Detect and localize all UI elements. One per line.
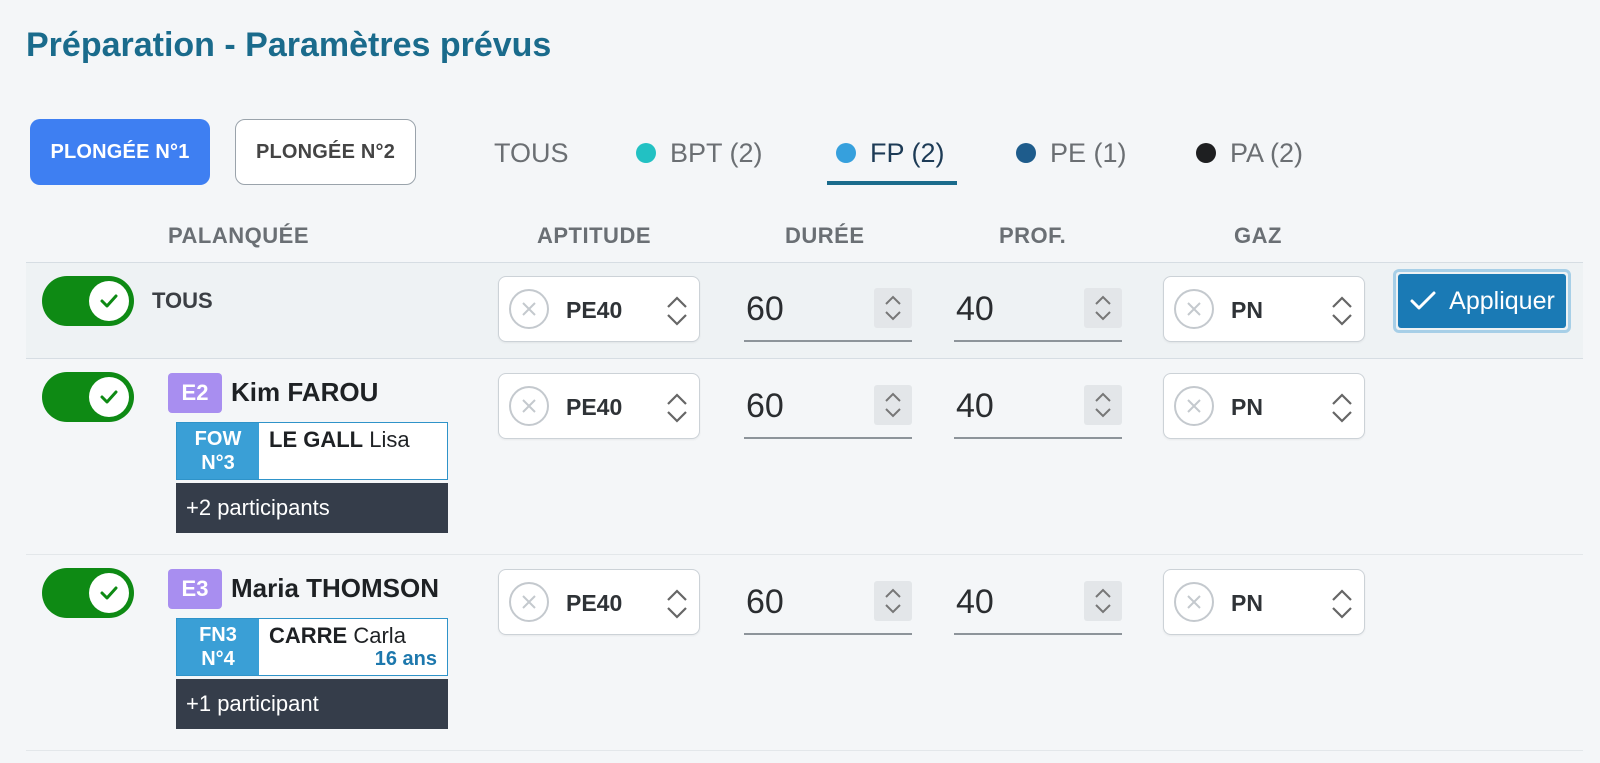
circle-x-icon[interactable]	[1173, 288, 1215, 330]
prof-input[interactable]: 40	[954, 569, 1122, 635]
buddy-card: FN3 N°4 CARRE Carla 16 ans	[176, 618, 448, 676]
spinner-icon[interactable]	[1084, 385, 1122, 425]
column-header-palanquee: PALANQUÉE	[168, 223, 309, 248]
spinner-icon[interactable]	[1084, 581, 1122, 621]
buddy-card: FOW N°3 LE GALL Lisa	[176, 422, 448, 480]
buddy-first-name: Carla	[353, 623, 406, 648]
prof-value: 40	[956, 290, 994, 328]
tab-label: PE (1)	[1050, 137, 1127, 168]
buddy-level-code: FN3	[199, 624, 237, 646]
aptitude-value: PE40	[566, 394, 623, 420]
aptitude-select[interactable]: PE40	[498, 373, 700, 439]
tab-label: BPT (2)	[670, 137, 763, 168]
dive-2-button[interactable]: PLONGÉE N°2	[235, 119, 416, 185]
gaz-select[interactable]: PN	[1163, 373, 1365, 439]
check-icon	[1410, 291, 1436, 310]
status-dot-icon	[636, 143, 656, 163]
tab-pe[interactable]: PE (1)	[1016, 122, 1127, 184]
column-header-prof: PROF.	[999, 223, 1067, 248]
buddy-level-code: FOW	[194, 428, 242, 450]
duree-input[interactable]: 60	[744, 569, 912, 635]
tab-fp[interactable]: FP (2)	[836, 122, 945, 184]
buddy-first-name: Lisa	[369, 427, 410, 452]
chevron-up-down-icon	[667, 296, 687, 326]
buddy-level: FOW N°3	[177, 423, 259, 479]
participant-name: Kim FAROU	[231, 377, 379, 407]
circle-x-icon[interactable]	[1173, 581, 1215, 623]
participant-name: Maria THOMSON	[231, 573, 440, 603]
status-dot-icon	[1016, 143, 1036, 163]
aptitude-value: PE40	[566, 590, 623, 616]
aptitude-select[interactable]: PE40	[498, 569, 700, 635]
more-participants[interactable]: +2 participants	[176, 483, 448, 533]
check-icon	[89, 281, 129, 321]
buddy-name: LE GALL Lisa	[269, 427, 410, 453]
duree-input[interactable]: 60	[744, 373, 912, 439]
check-icon	[89, 573, 129, 613]
tab-label: TOUS	[494, 137, 569, 168]
apply-button[interactable]: Appliquer	[1398, 274, 1566, 328]
spinner-icon[interactable]	[874, 288, 912, 328]
buddy-last-name: CARRE	[269, 623, 348, 648]
buddy-number: N°4	[201, 648, 235, 670]
check-icon	[89, 377, 129, 417]
gaz-value: PN	[1231, 394, 1263, 420]
buddy-level: FN3 N°4	[177, 619, 259, 675]
spinner-icon[interactable]	[1084, 288, 1122, 328]
aptitude-select-all[interactable]: PE40	[498, 276, 700, 342]
dive-1-button[interactable]: PLONGÉE N°1	[30, 119, 210, 185]
chevron-up-down-icon	[667, 393, 687, 423]
buddy-name: CARRE Carla	[269, 623, 406, 649]
column-header-gaz: GAZ	[1234, 223, 1282, 248]
apply-label: Appliquer	[1449, 286, 1555, 315]
column-header-aptitude: APTITUDE	[537, 223, 651, 248]
tab-tous[interactable]: TOUS	[494, 122, 569, 184]
level-badge: E2	[168, 373, 222, 413]
buddy-age: 16 ans	[374, 648, 437, 670]
level-badge: E3	[168, 569, 222, 609]
prof-input-all[interactable]: 40	[954, 276, 1122, 342]
chevron-up-down-icon	[1332, 296, 1352, 326]
column-header-duree: DURÉE	[785, 223, 865, 248]
duree-input-all[interactable]: 60	[744, 276, 912, 342]
all-label: TOUS	[152, 288, 213, 313]
page-title: Préparation - Paramètres prévus	[26, 26, 552, 64]
buddy-number: N°3	[201, 452, 235, 474]
apply-button-focus-ring: Appliquer	[1393, 269, 1571, 333]
prof-value: 40	[956, 387, 994, 425]
duree-value: 60	[746, 387, 784, 425]
circle-x-icon[interactable]	[508, 385, 550, 427]
all-toggle[interactable]	[42, 276, 134, 326]
gaz-select[interactable]: PN	[1163, 569, 1365, 635]
circle-x-icon[interactable]	[508, 288, 550, 330]
chevron-up-down-icon	[667, 589, 687, 619]
row-toggle[interactable]	[42, 372, 134, 422]
duree-value: 60	[746, 290, 784, 328]
buddy-last-name: LE GALL	[269, 427, 364, 452]
more-participants[interactable]: +1 participant	[176, 679, 448, 729]
prof-input[interactable]: 40	[954, 373, 1122, 439]
spinner-icon[interactable]	[874, 385, 912, 425]
tab-label: PA (2)	[1230, 137, 1304, 168]
status-dot-icon	[836, 143, 856, 163]
gaz-value: PN	[1231, 590, 1263, 616]
gaz-value: PN	[1231, 297, 1263, 323]
tab-pa[interactable]: PA (2)	[1196, 122, 1303, 184]
aptitude-value: PE40	[566, 297, 623, 323]
row-divider	[26, 750, 1583, 751]
spinner-icon[interactable]	[874, 581, 912, 621]
row-toggle[interactable]	[42, 568, 134, 618]
circle-x-icon[interactable]	[508, 581, 550, 623]
duree-value: 60	[746, 583, 784, 621]
tab-bpt[interactable]: BPT (2)	[636, 122, 763, 184]
status-dot-icon	[1196, 143, 1216, 163]
chevron-up-down-icon	[1332, 393, 1352, 423]
row-divider	[26, 554, 1583, 555]
tab-label: FP (2)	[870, 137, 945, 168]
active-tab-indicator	[827, 181, 957, 185]
circle-x-icon[interactable]	[1173, 385, 1215, 427]
chevron-up-down-icon	[1332, 589, 1352, 619]
prof-value: 40	[956, 583, 994, 621]
gaz-select-all[interactable]: PN	[1163, 276, 1365, 342]
